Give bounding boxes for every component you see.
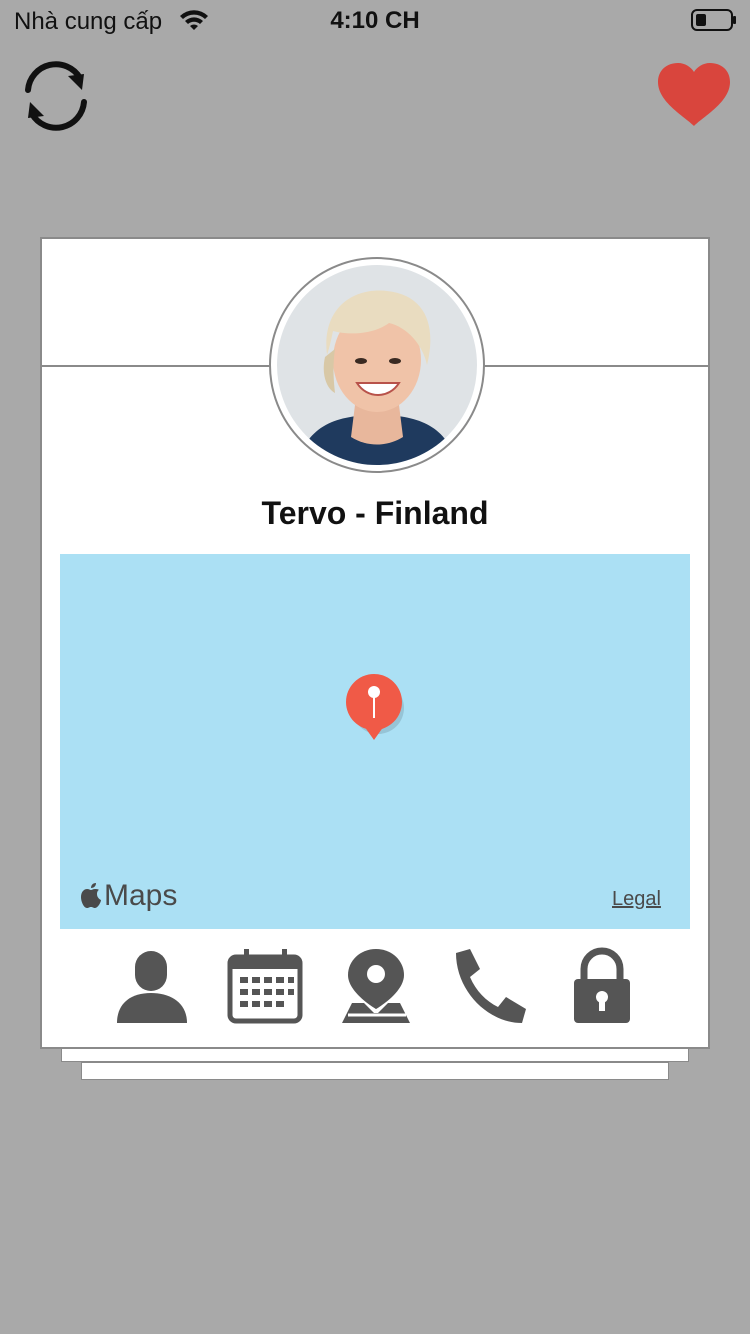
- avatar-frame: [269, 257, 485, 473]
- legal-link[interactable]: Legal: [612, 888, 661, 911]
- avatar-photo: [277, 265, 477, 465]
- refresh-button[interactable]: [16, 56, 96, 136]
- calendar-button[interactable]: [226, 947, 306, 1027]
- location-button[interactable]: [338, 947, 418, 1027]
- profile-button[interactable]: [113, 947, 193, 1027]
- favorite-button[interactable]: [654, 60, 734, 130]
- person-icon: [117, 951, 187, 1023]
- lock-icon: [574, 947, 630, 1023]
- status-bar: Nhà cung cấp 4:10 CH: [0, 0, 750, 40]
- maps-brand: Maps: [80, 879, 177, 913]
- action-bar: [42, 947, 708, 1027]
- battery-icon: [691, 9, 736, 31]
- avatar[interactable]: [277, 265, 477, 465]
- phone-button[interactable]: [448, 947, 528, 1027]
- map-pin-marker[interactable]: [344, 674, 408, 746]
- card-stack-back: [81, 1062, 669, 1080]
- maps-label: Maps: [104, 879, 178, 912]
- clock: 4:10 CH: [330, 7, 420, 34]
- map-pin-icon: [342, 949, 410, 1023]
- refresh-icon: [25, 61, 87, 131]
- lock-button[interactable]: [560, 947, 640, 1027]
- calendar-icon: [227, 949, 303, 1024]
- map-view[interactable]: Maps Legal: [60, 554, 690, 929]
- apple-icon: [81, 883, 101, 908]
- phone-icon: [456, 949, 526, 1023]
- heart-icon: [658, 63, 730, 126]
- profile-card[interactable]: Tervo - Finland Maps Legal: [40, 237, 710, 1049]
- profile-name: Tervo - Finland: [261, 495, 489, 531]
